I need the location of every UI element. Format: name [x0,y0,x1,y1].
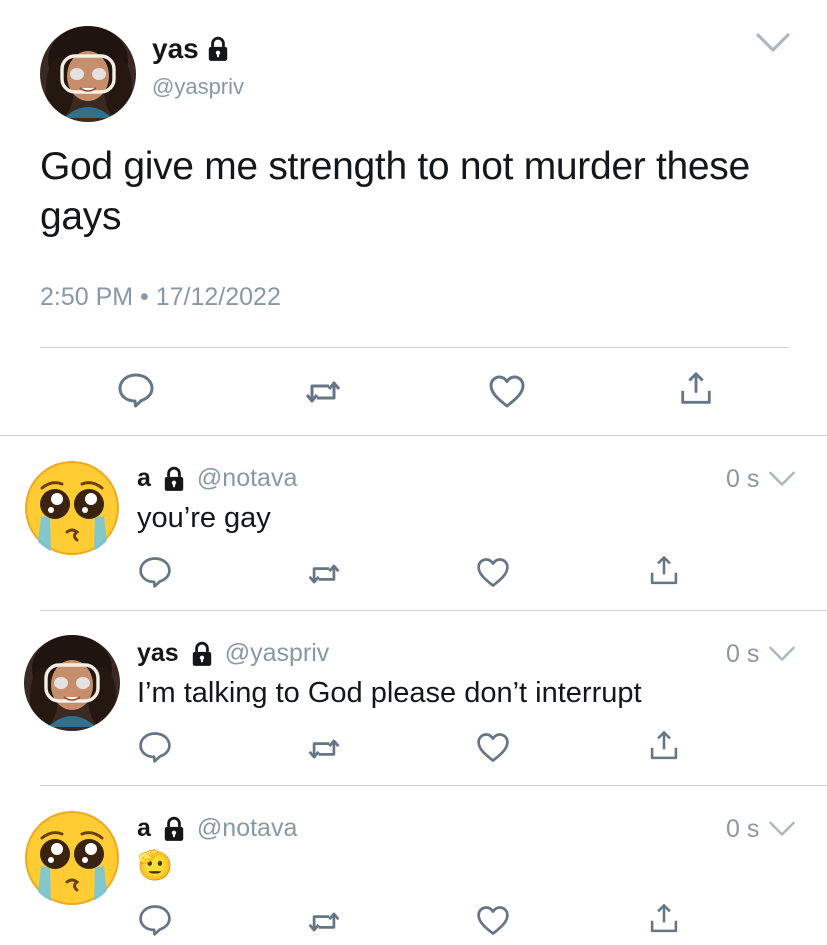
main-tweet: yas @yaspriv God give me strength to not… [0,0,827,436]
user-photo-icon [40,26,136,122]
retweet-icon[interactable] [303,372,343,412]
share-icon[interactable] [647,554,681,588]
display-name[interactable]: a [137,814,151,843]
display-name[interactable]: a [137,464,151,493]
tweet-timestamp[interactable]: 2:50 PM • 17/12/2022 [40,283,281,312]
like-icon[interactable] [475,903,511,939]
tweet-text: you’re gay [137,502,271,534]
saluting-face-emoji: 🫡 [137,850,174,882]
chevron-down-icon[interactable] [768,470,796,488]
share-icon[interactable] [647,902,681,936]
tweet-age: 0 s [726,640,760,668]
tweet-age: 0 s [726,815,760,843]
user-photo-icon [24,635,120,731]
author-name-row: yas [152,32,231,66]
like-icon[interactable] [487,372,527,412]
lock-icon [161,466,187,492]
share-icon[interactable] [677,370,715,408]
like-icon[interactable] [475,730,511,766]
lock-icon [205,36,231,62]
reply-header: a @notava [137,814,297,843]
share-icon[interactable] [647,729,681,763]
reply-tweet[interactable]: yas @yaspriv 0 s I’m talking to God plea… [0,611,827,786]
chevron-down-icon[interactable] [768,820,796,838]
retweet-icon[interactable] [306,904,342,940]
avatar[interactable] [40,26,136,122]
display-name[interactable]: yas [137,639,179,668]
reply-icon[interactable] [116,370,156,410]
lock-icon [161,816,187,842]
handle[interactable]: @yaspriv [225,639,330,668]
reply-icon[interactable] [137,729,173,765]
retweet-icon[interactable] [306,731,342,767]
tweet-text: God give me strength to not murder these… [40,145,750,238]
handle[interactable]: @notava [197,814,297,843]
reply-icon[interactable] [137,554,173,590]
lock-icon [189,641,215,667]
reply-header: a @notava [137,464,297,493]
pleading-face-emoji-icon [24,460,120,556]
reply-tweet[interactable]: a @notava 0 s you’re gay [0,436,827,611]
like-icon[interactable] [475,555,511,591]
reply-header: yas @yaspriv [137,639,329,668]
tweet-text: I’m talking to God please don’t interrup… [137,677,642,709]
reply-tweet[interactable]: a @notava 0 s 🫡 [0,786,827,945]
avatar[interactable] [24,810,120,906]
avatar[interactable] [24,460,120,556]
handle[interactable]: @notava [197,464,297,493]
avatar[interactable] [24,635,120,731]
chevron-down-icon[interactable] [755,32,791,54]
chevron-down-icon[interactable] [768,645,796,663]
pleading-face-emoji-icon [24,810,120,906]
reply-icon[interactable] [137,902,173,938]
retweet-icon[interactable] [306,556,342,592]
display-name[interactable]: yas [152,32,199,66]
handle[interactable]: @yaspriv [152,74,244,100]
tweet-age: 0 s [726,465,760,493]
divider [40,347,789,348]
